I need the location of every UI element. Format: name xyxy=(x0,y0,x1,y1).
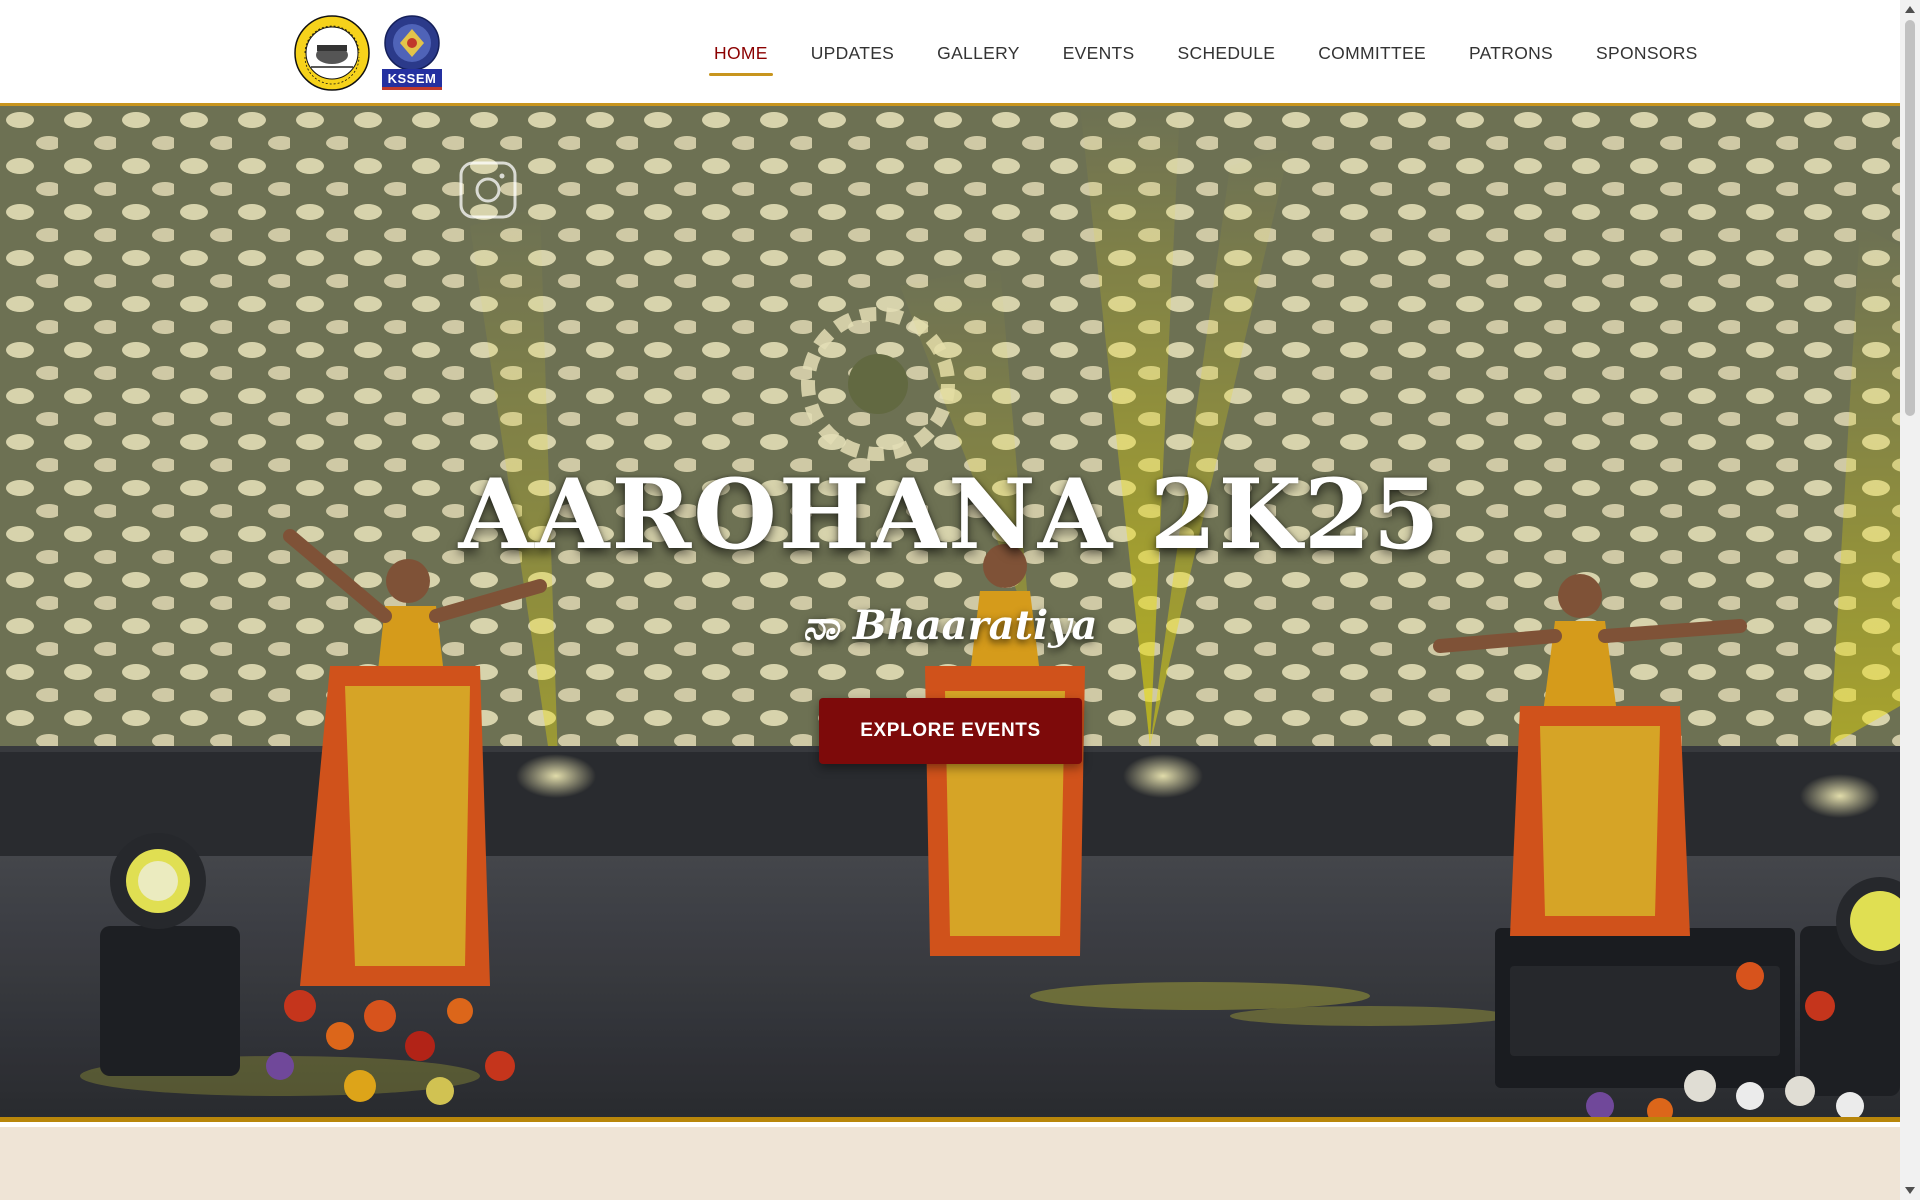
kssem-logo-text: KSSEM xyxy=(387,71,437,86)
nav-committee[interactable]: COMMITTEE xyxy=(1313,35,1431,72)
page-scrollbar[interactable] xyxy=(1900,0,1920,1200)
nav-updates[interactable]: UPDATES xyxy=(806,35,899,72)
scroll-down-arrow-icon[interactable] xyxy=(1900,1180,1920,1200)
hero-title: AAROHANA 2K25 xyxy=(458,458,1442,571)
hero-section: AAROHANA 2K25 ನಾ Bhaaratiya EXPLORE EVEN… xyxy=(0,106,1900,1122)
nav-gallery[interactable]: GALLERY xyxy=(932,35,1025,72)
instagram-icon[interactable] xyxy=(458,160,518,220)
nav-schedule[interactable]: SCHEDULE xyxy=(1173,35,1281,72)
explore-events-button[interactable]: EXPLORE EVENTS xyxy=(819,698,1082,764)
institution-seal-logo[interactable] xyxy=(293,15,371,91)
nav-events[interactable]: EVENTS xyxy=(1058,35,1140,72)
nav-home[interactable]: HOME xyxy=(709,35,773,76)
scroll-up-arrow-icon[interactable] xyxy=(1900,0,1920,20)
scrollbar-thumb[interactable] xyxy=(1905,20,1915,416)
next-section-band xyxy=(0,1127,1900,1200)
nav-patrons[interactable]: PATRONS xyxy=(1464,35,1558,72)
main-nav: HOME UPDATES GALLERY EVENTS SCHEDULE COM… xyxy=(709,0,1703,106)
nav-sponsors[interactable]: SPONSORS xyxy=(1591,35,1703,72)
site-header: KSSEM HOME UPDATES GALLERY EVENTS SCHEDU… xyxy=(0,0,1900,106)
hero-subtitle: ನಾ Bhaaratiya xyxy=(802,602,1098,649)
